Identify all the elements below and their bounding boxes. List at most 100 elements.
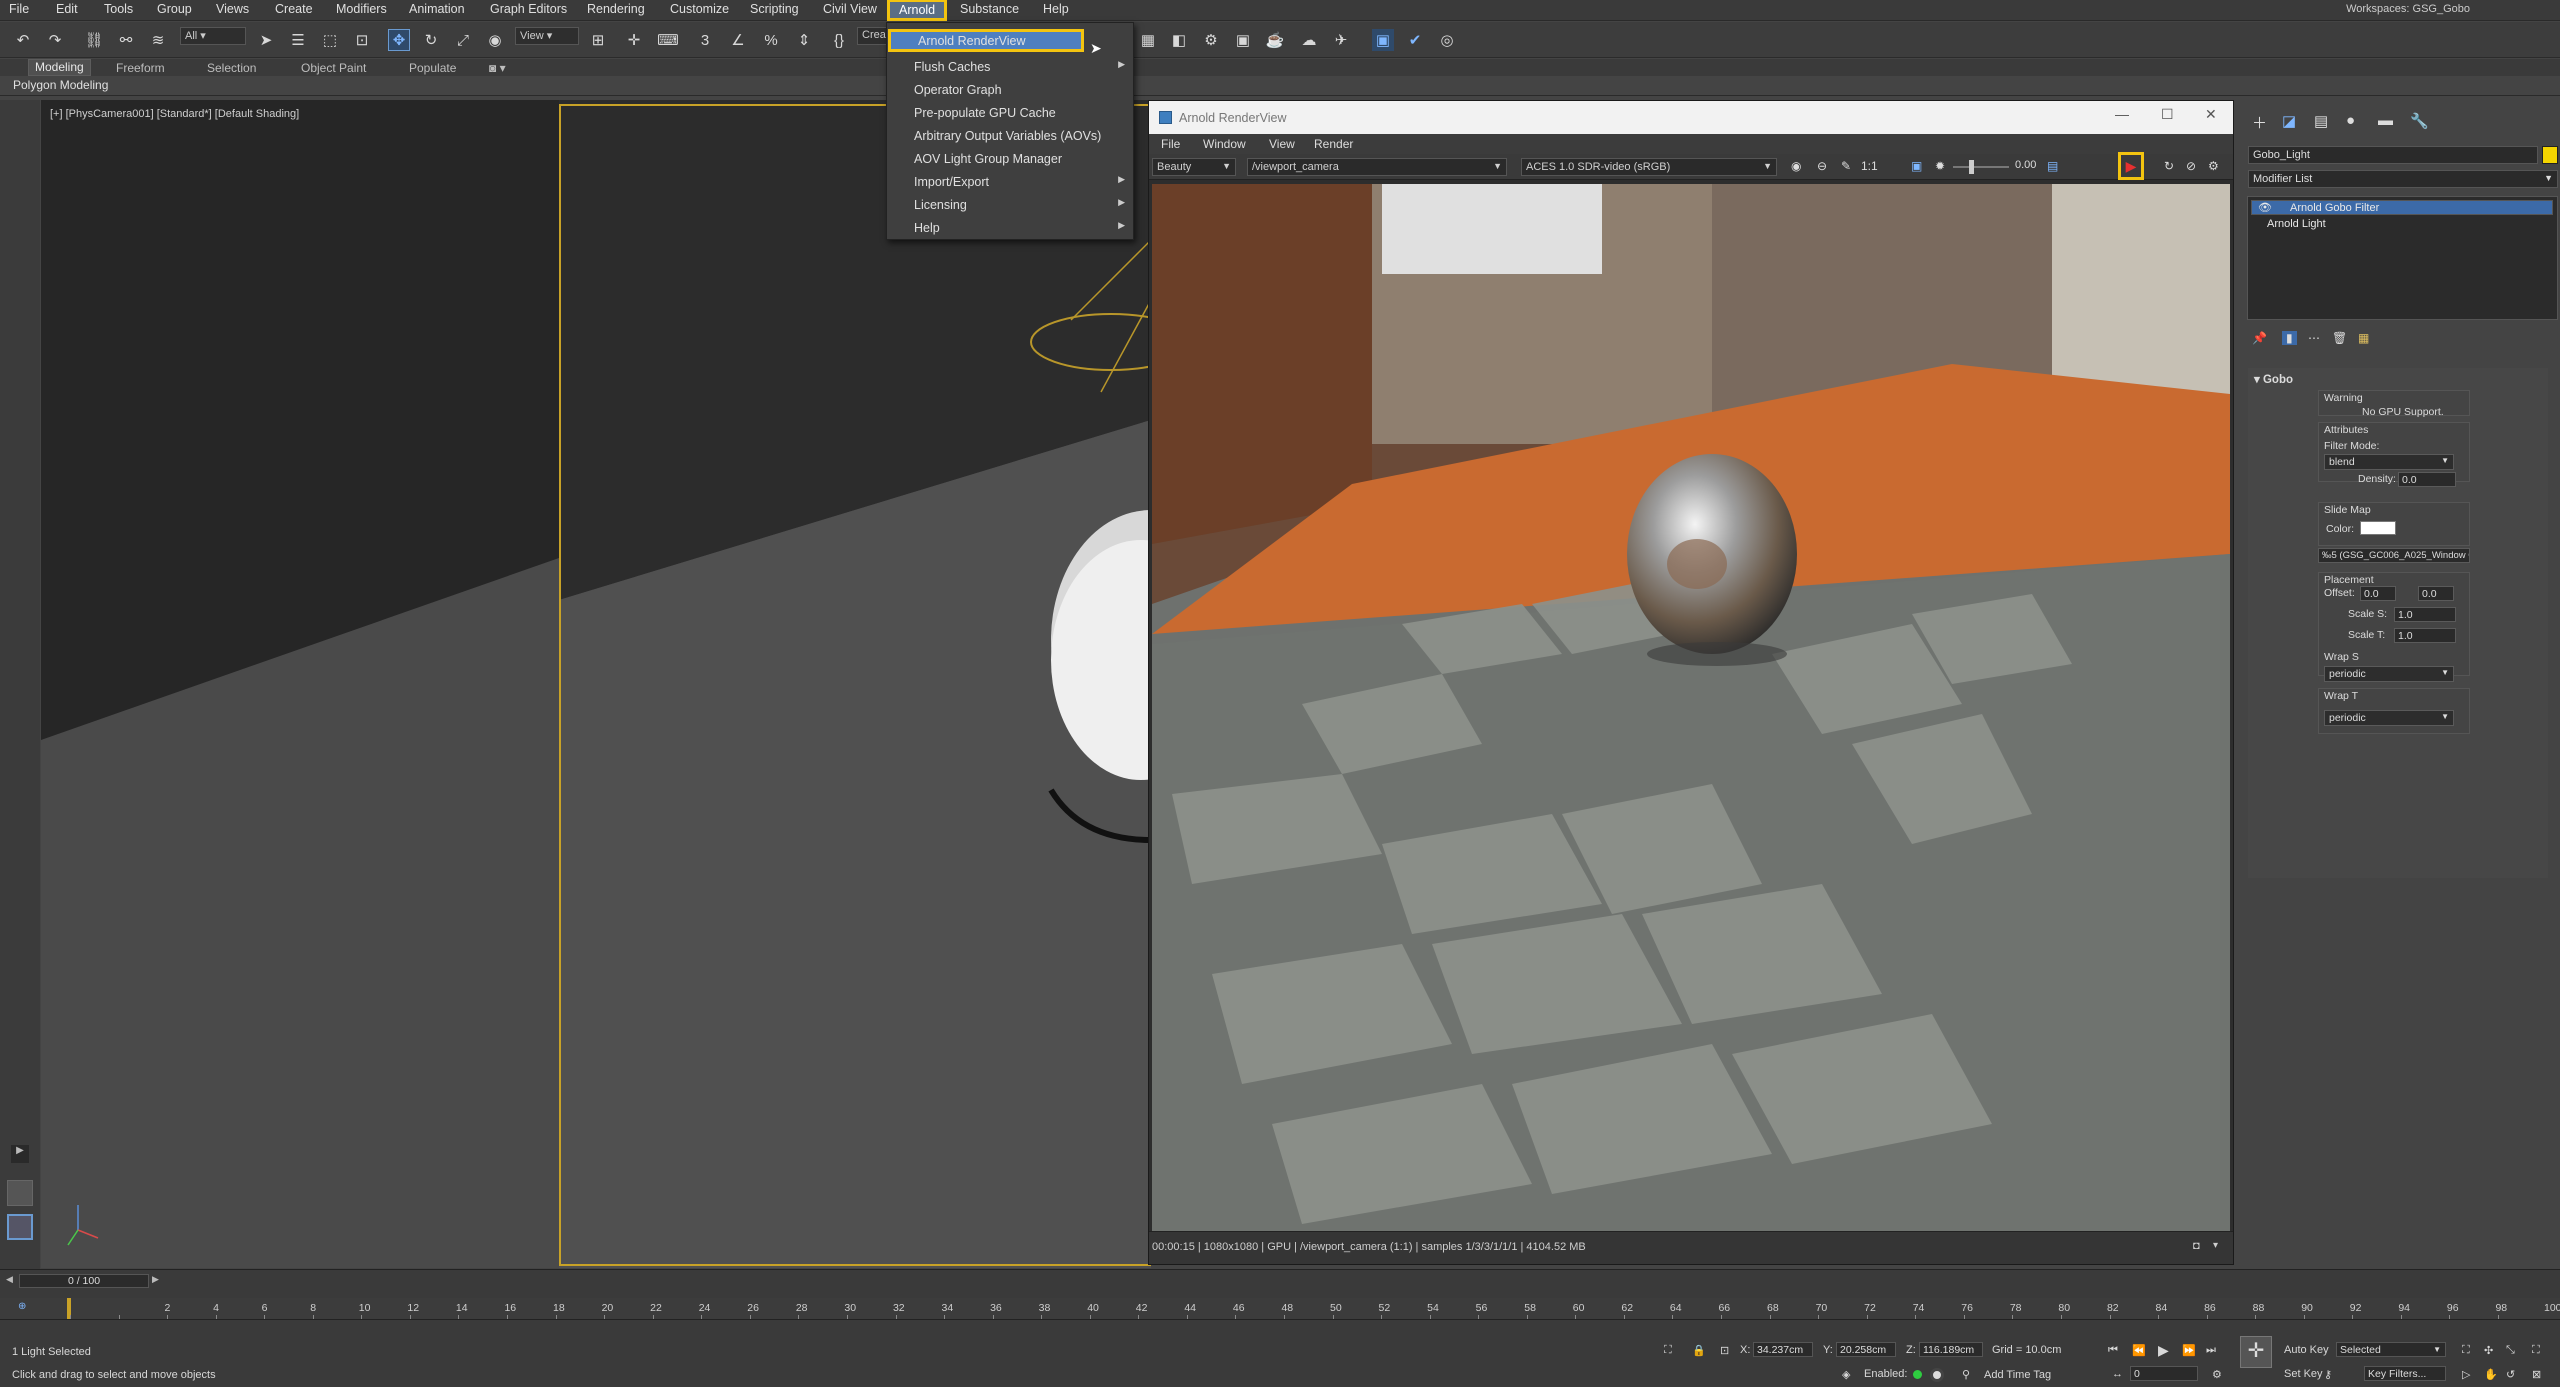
scale-t-spinner[interactable]: 1.0	[2394, 628, 2456, 643]
stack-item-arnold-gobo-filter[interactable]: 👁 Arnold Gobo Filter	[2251, 200, 2553, 215]
adaptive-degradation-icon[interactable]: ◈	[1842, 1368, 1850, 1381]
show-end-result-icon[interactable]: ▮	[2282, 331, 2297, 345]
zoom-ratio[interactable]: 1:1	[1861, 159, 1878, 173]
fov-icon[interactable]: ⤡	[2506, 1344, 2515, 1357]
tab-modeling[interactable]: Modeling	[28, 59, 91, 76]
add-time-tag[interactable]: Add Time Tag	[1984, 1369, 2051, 1381]
z-coordinate[interactable]: 116.189cm	[1919, 1342, 1983, 1357]
rv-menu-view[interactable]: View	[1269, 137, 1295, 151]
object-color-swatch[interactable]	[2542, 146, 2558, 164]
wrap-t-dropdown[interactable]: periodic ▼	[2324, 710, 2454, 726]
exposure-value[interactable]: 0.00	[2015, 159, 2036, 171]
menu-tools[interactable]: Tools	[104, 2, 133, 16]
enabled-indicator[interactable]	[1913, 1370, 1922, 1379]
key-filters-button[interactable]: Key Filters...	[2364, 1366, 2446, 1381]
layout-single-icon[interactable]	[7, 1180, 33, 1206]
track-bar-key-icon[interactable]: ⊕	[18, 1301, 26, 1312]
utilities-tab-icon[interactable]: 🔧	[2410, 112, 2429, 130]
key-filter-icon[interactable]: ⚷	[2324, 1368, 2332, 1381]
rv-menu-file[interactable]: File	[1161, 137, 1180, 151]
set-keys-icon[interactable]: ✛	[2240, 1336, 2272, 1368]
menu-create[interactable]: Create	[275, 2, 313, 16]
zoom-extents-icon[interactable]: ⛶	[2462, 1344, 2470, 1357]
display-icon[interactable]: ⊖	[1817, 159, 1827, 173]
key-selection-dropdown[interactable]: Selected ▼	[2336, 1342, 2446, 1357]
percent-snap-icon[interactable]: %	[760, 29, 782, 51]
tab-object-paint[interactable]: Object Paint	[301, 61, 366, 75]
time-slider[interactable]: 0 / 100	[19, 1274, 149, 1288]
selection-filter-dropdown[interactable]: All ▾	[180, 27, 246, 45]
placement-icon[interactable]: ◉	[484, 29, 506, 51]
ref-coord-dropdown[interactable]: View ▾	[515, 27, 579, 45]
workspace-selector[interactable]: Workspaces: GSG_Gobo	[2346, 3, 2470, 15]
select-by-name-icon[interactable]: ☰	[287, 29, 309, 51]
dolly-icon[interactable]: ▷	[2462, 1368, 2470, 1381]
snapshot-status-icon[interactable]: ◘	[2193, 1240, 2200, 1252]
move-icon[interactable]: ✥	[388, 29, 410, 51]
current-frame-field[interactable]: 0	[2130, 1366, 2198, 1381]
channel-icon[interactable]: ◉	[1791, 159, 1801, 173]
isolate-icon[interactable]: ⛶	[1664, 1344, 1672, 1357]
minimize-icon[interactable]: —	[2115, 106, 2129, 122]
maximize-icon[interactable]: ☐	[2161, 106, 2174, 123]
goto-start-icon[interactable]: ⏮	[2108, 1344, 2118, 1357]
play-animation-icon[interactable]: ▶	[2158, 1342, 2169, 1359]
crop-icon[interactable]: ⊘	[2186, 159, 2196, 173]
goto-end-icon[interactable]: ⏭	[2206, 1344, 2216, 1357]
prev-key-icon[interactable]: ⏪	[2132, 1344, 2146, 1357]
x-coordinate[interactable]: 34.237cm	[1753, 1342, 1813, 1357]
start-render-button[interactable]: ▶	[2118, 152, 2144, 180]
menu-graph-editors[interactable]: Graph Editors	[490, 2, 567, 16]
display-tab-icon[interactable]: ▬	[2378, 112, 2393, 129]
link-icon[interactable]: ⛓	[83, 29, 105, 51]
filter-mode-dropdown[interactable]: blend ▼	[2324, 454, 2454, 470]
offset-y-spinner[interactable]: 0.0	[2418, 586, 2454, 601]
density-spinner[interactable]: 0.0	[2398, 472, 2456, 487]
expand-layout-icon[interactable]: ▶	[11, 1145, 29, 1163]
color-space-dropdown[interactable]: ACES 1.0 SDR-video (sRGB) ▼	[1521, 158, 1777, 176]
region-icon[interactable]: ▣	[1911, 159, 1922, 173]
menu-item-flush-caches[interactable]: Flush Caches ▶	[887, 56, 1133, 79]
make-unique-icon[interactable]: ⋯	[2308, 331, 2320, 345]
rotate-icon[interactable]: ↻	[420, 29, 442, 51]
exposure-slider[interactable]	[1953, 166, 2009, 168]
create-tab-icon[interactable]: ＋	[2252, 112, 2267, 133]
layout-active-icon[interactable]	[7, 1214, 33, 1240]
menu-rendering[interactable]: Rendering	[587, 2, 645, 16]
menu-item-aov-light-group[interactable]: AOV Light Group Manager	[887, 148, 1133, 171]
angle-snap-icon[interactable]: ∠	[727, 29, 749, 51]
object-name-field[interactable]: Gobo_Light	[2248, 146, 2538, 164]
menu-item-gpu-cache[interactable]: Pre-populate GPU Cache	[887, 102, 1133, 125]
pan-icon[interactable]: ✋	[2484, 1368, 2498, 1381]
aov-dropdown[interactable]: Beauty ▼	[1152, 158, 1236, 176]
offset-x-spinner[interactable]: 0.0	[2360, 586, 2396, 601]
unlink-icon[interactable]: ⚯	[115, 29, 137, 51]
arnold-license-icon[interactable]: ◎	[1436, 29, 1458, 51]
scale-s-spinner[interactable]: 1.0	[2394, 607, 2456, 622]
camera-dropdown[interactable]: /viewport_camera ▼	[1247, 158, 1507, 176]
modify-tab-icon[interactable]: ◪	[2282, 112, 2296, 130]
keyboard-shortcut-icon[interactable]: ⌨	[657, 29, 679, 51]
walkthrough-icon[interactable]: ⊠	[2532, 1368, 2541, 1381]
window-crossing-icon[interactable]: ⊡	[351, 29, 373, 51]
menu-item-licensing[interactable]: Licensing ▶	[887, 194, 1133, 217]
time-tag-icon[interactable]: ⚲	[1962, 1368, 1970, 1381]
key-mode-icon[interactable]: ↔	[2112, 1368, 2123, 1380]
settings-gear-icon[interactable]: ⚙	[2208, 159, 2219, 173]
menu-file[interactable]: File	[9, 2, 29, 16]
menu-item-import-export[interactable]: Import/Export ▶	[887, 171, 1133, 194]
bind-space-warp-icon[interactable]: ≋	[147, 29, 169, 51]
pin-stack-icon[interactable]: 📌	[2252, 331, 2267, 345]
render-setup-icon[interactable]: ⚙	[1200, 29, 1222, 51]
y-coordinate[interactable]: 20.258cm	[1836, 1342, 1896, 1357]
named-selection-dropdown[interactable]: Crea	[857, 27, 887, 45]
viewport-label[interactable]: [+] [PhysCamera001] [Standard*] [Default…	[50, 108, 299, 120]
menu-item-operator-graph[interactable]: Operator Graph	[887, 79, 1133, 102]
tab-freeform[interactable]: Freeform	[116, 61, 165, 75]
render-in-cloud-icon[interactable]: ☁	[1298, 29, 1320, 51]
absolute-mode-icon[interactable]: ⊡	[1720, 1344, 1729, 1357]
spinner-snap-icon[interactable]: ⇕	[793, 29, 815, 51]
set-key-button[interactable]: Set Key	[2284, 1368, 2323, 1380]
material-editor-icon[interactable]: ◧	[1168, 29, 1190, 51]
renderview-titlebar[interactable]: Arnold RenderView — ☐ ✕	[1149, 101, 2233, 134]
